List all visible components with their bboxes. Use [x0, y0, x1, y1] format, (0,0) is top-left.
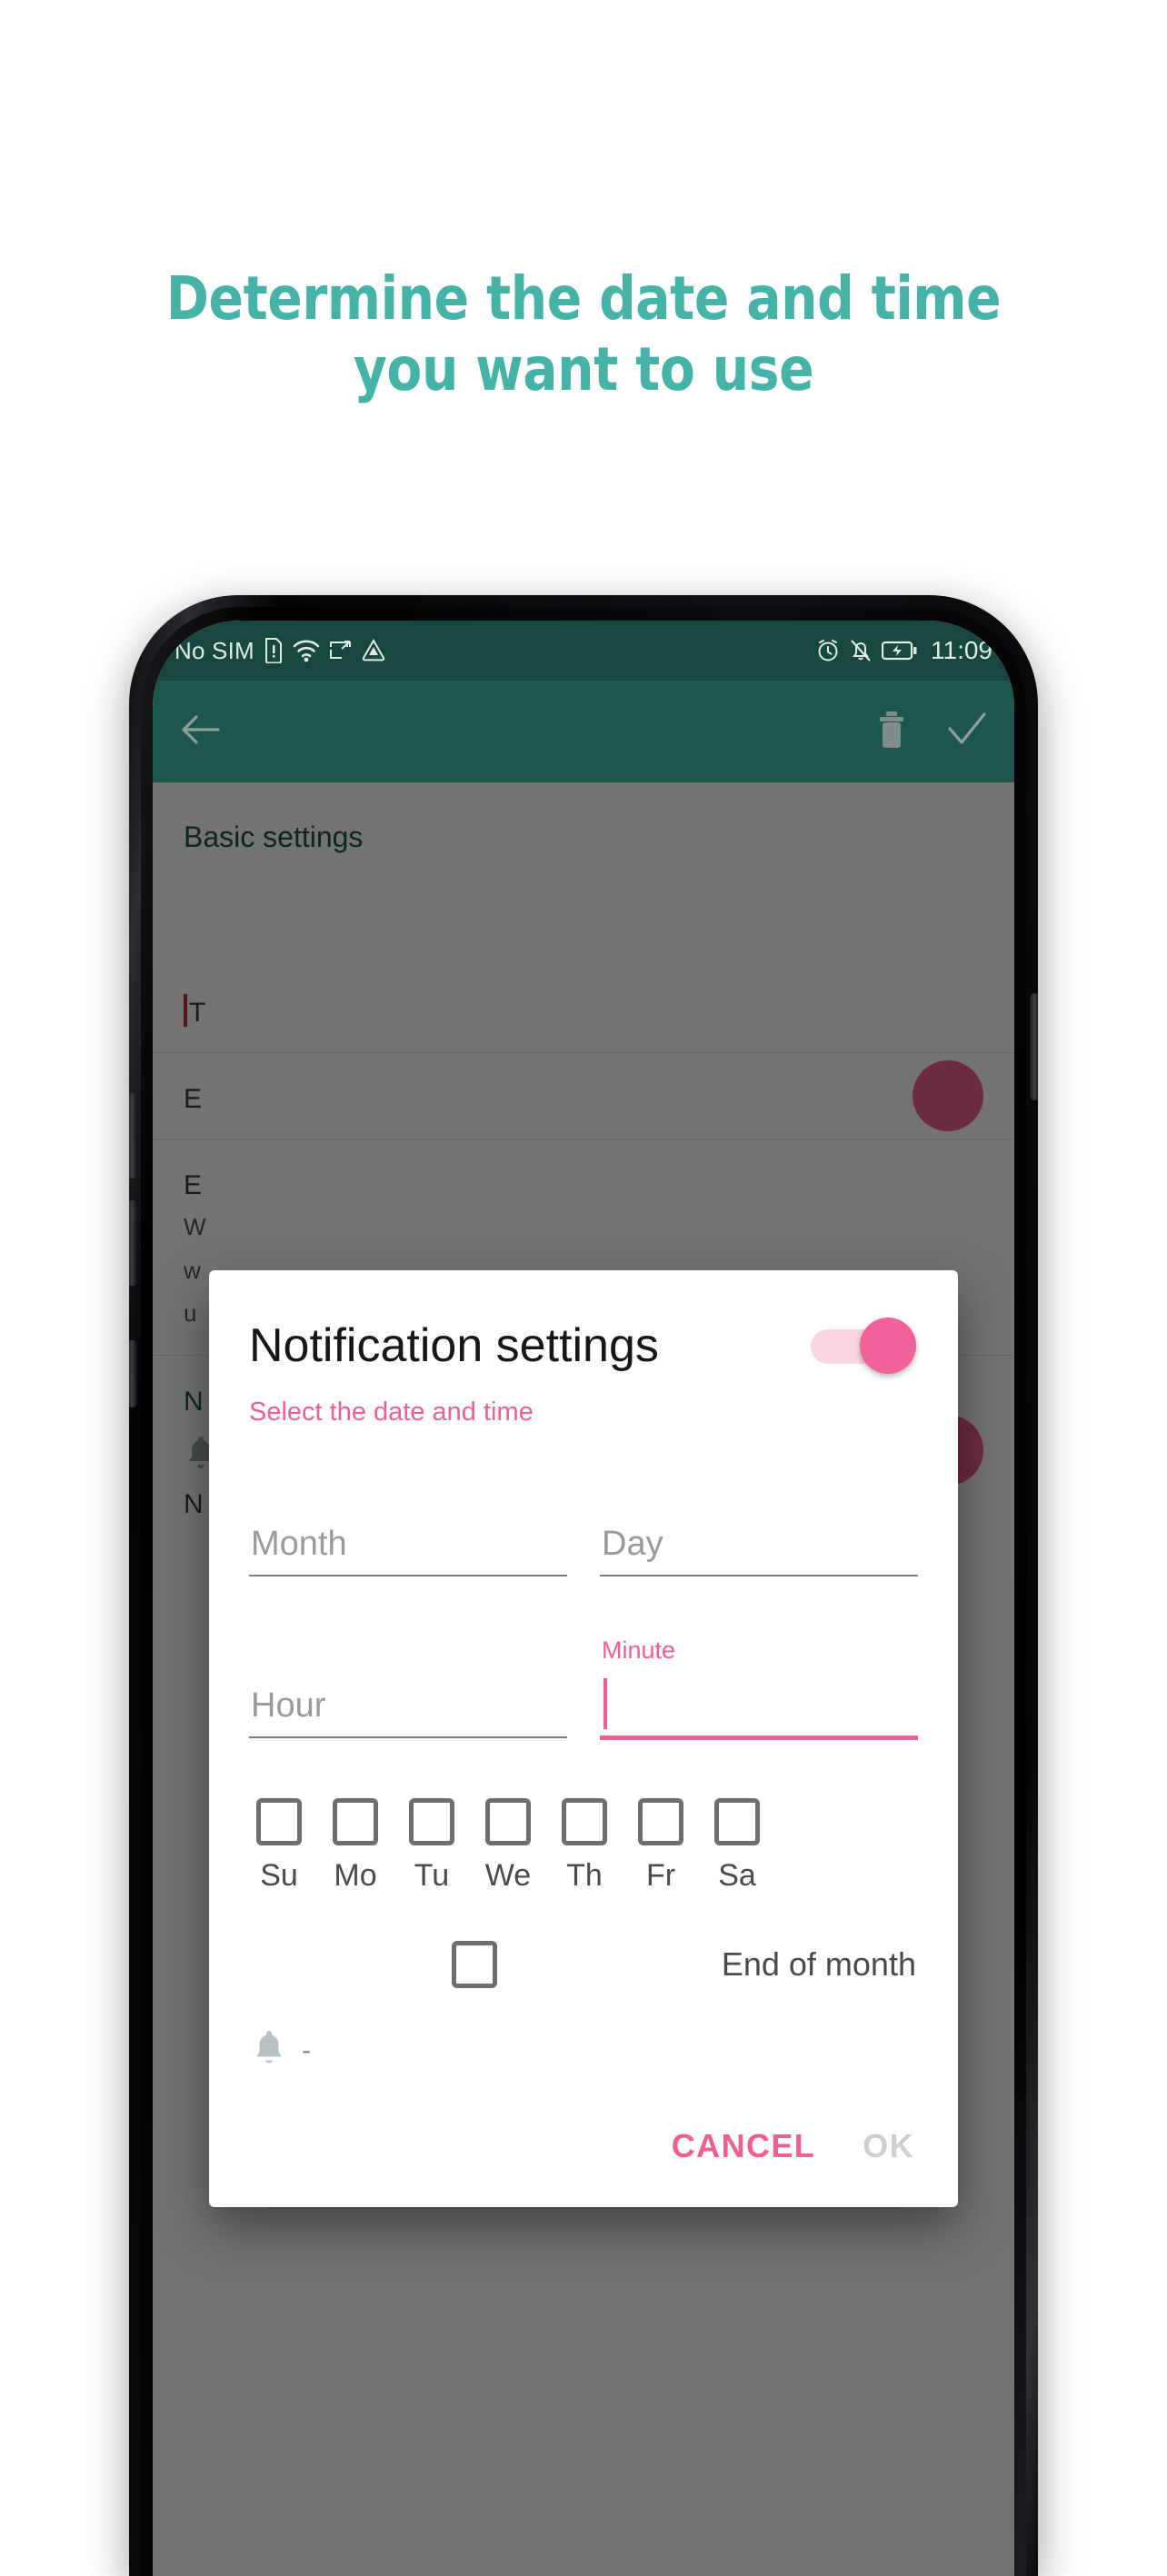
weekday-checkbox-mo[interactable] [333, 1798, 378, 1845]
end-of-month-label: End of month [721, 1945, 916, 1983]
weekday-checkbox-we[interactable] [485, 1798, 531, 1845]
dialog-title: Notification settings [249, 1319, 659, 1372]
assistant-button[interactable] [129, 1340, 137, 1407]
hour-underline [249, 1736, 567, 1738]
drive-icon [362, 639, 385, 662]
trash-icon [876, 711, 907, 753]
dialog-subtitle: Select the date and time [249, 1397, 534, 1427]
notification-sound-row[interactable]: - [249, 1988, 918, 2073]
month-placeholder: Month [251, 1525, 347, 1563]
carrier-label: No SIM [175, 636, 254, 664]
promo-heading: Determine the date and time you want to … [82, 264, 1085, 405]
sim-alert-icon [264, 638, 284, 663]
weekday-label-tu: Tu [414, 1858, 450, 1893]
status-bar-right: 11:09 [816, 636, 992, 665]
back-button[interactable] [180, 712, 220, 751]
day-field[interactable]: Day [600, 1467, 918, 1587]
app-root: No SIM 11:09 Notification settings Selec… [153, 621, 1014, 2576]
weekday-item[interactable]: Mo [327, 1798, 384, 1894]
phone-screen: No SIM 11:09 Notification settings Selec… [153, 621, 1014, 2576]
weekday-checkbox-tu[interactable] [409, 1798, 454, 1845]
end-of-month-checkbox[interactable] [451, 1941, 497, 1988]
weekday-label-sa: Sa [718, 1858, 756, 1893]
weekday-label-we: We [484, 1858, 532, 1893]
weekday-checkbox-th[interactable] [562, 1798, 607, 1845]
notification-sound-value: - [302, 2034, 311, 2065]
time-field-row: Hour Minute [249, 1593, 918, 1755]
month-underline [249, 1575, 567, 1576]
confirm-button[interactable] [947, 711, 987, 752]
power-button[interactable] [1030, 993, 1038, 1100]
status-bar: No SIM 11:09 [153, 621, 1014, 681]
weekday-checkbox-sa[interactable] [714, 1798, 760, 1845]
notification-enable-toggle[interactable] [811, 1318, 918, 1374]
weekday-checkbox-fr[interactable] [638, 1798, 683, 1845]
dialog-action-bar: CANCEL OK [249, 2073, 918, 2207]
phone-device-mockup: No SIM 11:09 Notification settings Selec… [129, 595, 1038, 2576]
battery-charging-icon [882, 640, 918, 661]
day-placeholder: Day [602, 1525, 663, 1563]
date-field-row: Month Day [249, 1467, 918, 1593]
weekday-item[interactable]: Th [556, 1798, 613, 1894]
promo-heading-line-2: you want to use [353, 333, 814, 404]
weekday-checkbox-group: Su Mo Tu We Th Fr Sa [249, 1755, 918, 1897]
weekday-item[interactable]: We [480, 1798, 536, 1894]
volume-down-button[interactable] [129, 1200, 137, 1286]
page-content: Basic settings T E E W w u N [153, 782, 1014, 2576]
weekday-label-mo: Mo [334, 1858, 377, 1893]
minute-text-caret [603, 1678, 607, 1729]
hour-placeholder: Hour [251, 1686, 326, 1725]
weekday-item[interactable]: Su [251, 1798, 307, 1894]
wifi-icon [293, 639, 320, 662]
weekday-label-th: Th [566, 1858, 603, 1893]
weekday-item[interactable]: Fr [633, 1798, 689, 1894]
bell-icon [251, 2028, 287, 2073]
delete-button[interactable] [876, 711, 907, 753]
cancel-button[interactable]: CANCEL [672, 2127, 815, 2165]
weekday-item[interactable]: Tu [404, 1798, 460, 1894]
alarm-icon [816, 639, 840, 662]
minute-underline [600, 1736, 918, 1740]
ok-button[interactable]: OK [863, 2127, 914, 2165]
promo-heading-line-1: Determine the date and time [165, 264, 1002, 333]
back-arrow-icon [180, 712, 220, 751]
day-underline [600, 1575, 918, 1576]
dialog-header: Notification settings [249, 1310, 918, 1397]
hour-field[interactable]: Hour [249, 1629, 567, 1749]
minute-field[interactable]: Minute [600, 1629, 918, 1749]
notification-settings-dialog: Notification settings Select the date an… [209, 1270, 958, 2207]
weekday-label-su: Su [260, 1858, 298, 1893]
weekday-label-fr: Fr [645, 1858, 676, 1893]
check-icon [947, 711, 987, 752]
cast-icon [329, 640, 353, 661]
clock-label: 11:09 [931, 636, 992, 664]
month-field[interactable]: Month [249, 1467, 567, 1587]
end-of-month-row[interactable]: End of month [249, 1897, 918, 1988]
weekday-item[interactable]: Sa [709, 1798, 765, 1894]
volume-up-button[interactable] [129, 1093, 137, 1179]
status-bar-left: No SIM [175, 637, 385, 665]
minute-floating-label: Minute [602, 1636, 676, 1664]
app-bar [153, 681, 1014, 782]
weekday-checkbox-su[interactable] [256, 1798, 302, 1845]
mute-icon [849, 639, 873, 662]
toggle-thumb [860, 1318, 916, 1374]
